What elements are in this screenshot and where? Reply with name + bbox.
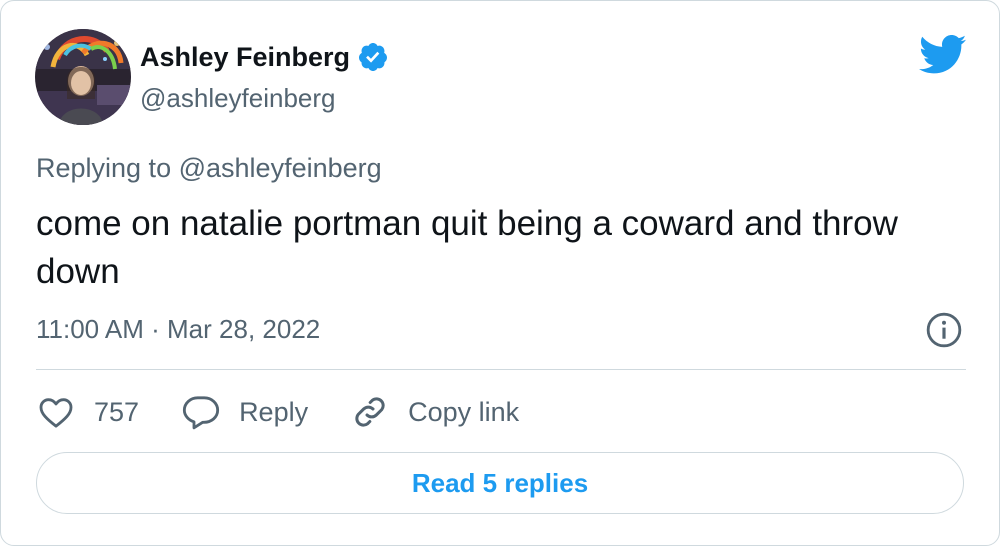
reply-label: Reply (239, 396, 309, 427)
divider (36, 369, 966, 370)
tweet-actions: 757 Reply Copy link (36, 389, 561, 435)
link-icon (355, 397, 385, 427)
read-replies-label: Read 5 replies (411, 467, 589, 498)
like-count: 757 (94, 396, 140, 427)
avatar[interactable] (35, 29, 131, 125)
tweet-timestamp[interactable]: 11:00 AM · Mar 28, 2022 (36, 314, 320, 345)
replying-prefix: Replying to (36, 153, 172, 183)
info-icon[interactable] (925, 311, 963, 349)
author-handle[interactable]: @ashleyfeinberg (140, 83, 336, 114)
like-button[interactable]: 757 (36, 392, 139, 432)
replying-to-mention[interactable]: @ashleyfeinberg (179, 153, 382, 183)
author-name-row: Ashley Feinberg (140, 41, 389, 73)
embedded-tweet-card: Ashley Feinberg @ashleyfeinberg Replying… (0, 0, 1000, 546)
twitter-bird-icon[interactable] (919, 35, 967, 75)
reply-button[interactable]: Reply (181, 392, 308, 432)
avatar-image (35, 29, 131, 125)
heart-icon (39, 398, 73, 428)
verified-badge-icon (359, 43, 388, 71)
copy-link-label: Copy link (408, 396, 520, 427)
copy-link-button[interactable]: Copy link (350, 392, 519, 432)
replying-to-line: Replying to @ashleyfeinberg (36, 153, 382, 184)
speech-bubble-icon (182, 396, 220, 430)
author-display-name[interactable]: Ashley Feinberg (140, 42, 350, 73)
tweet-text: come on natalie portman quit being a cow… (36, 204, 898, 291)
read-replies-button[interactable]: Read 5 replies (36, 452, 964, 514)
